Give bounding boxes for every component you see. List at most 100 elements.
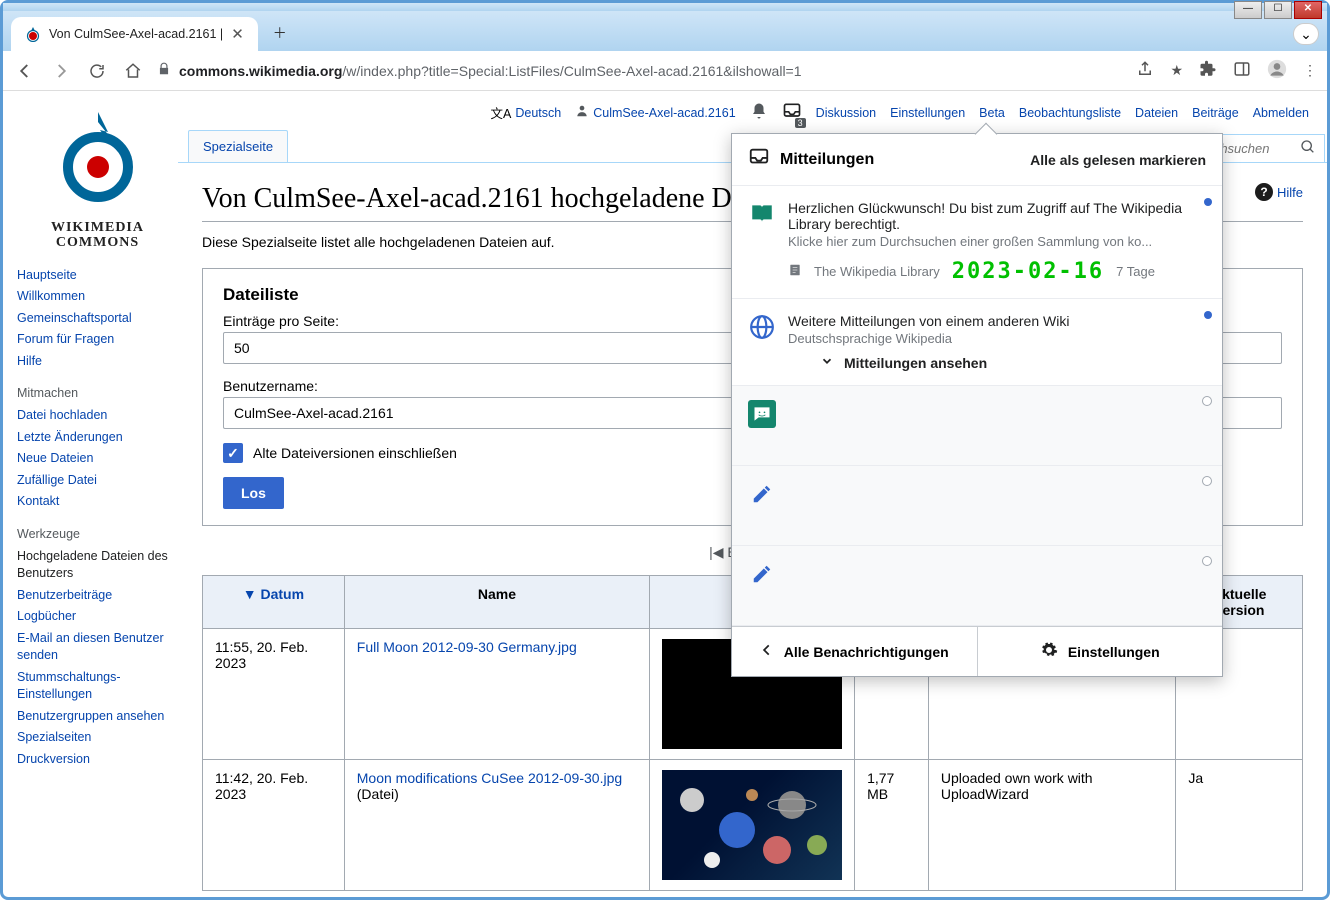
th-date[interactable]: ▼ Datum [203,576,345,629]
link-beta[interactable]: Beta [979,106,1005,120]
popup-body[interactable]: Herzlichen Glückwunsch! Du bist zum Zugr… [732,186,1222,626]
tab-overflow-button[interactable]: ⌄ [1293,23,1319,45]
logo[interactable]: WIKIMEDIACOMMONS [17,101,178,265]
menu-icon[interactable]: ⋮ [1303,62,1317,79]
link-prefs[interactable]: Einstellungen [890,106,965,120]
home-button[interactable] [121,59,145,83]
notif-source: The Wikipedia Library [814,264,940,279]
submit-button[interactable]: Los [223,477,284,509]
all-notifications-button[interactable]: Alle Benachrichtigungen [732,627,978,676]
oldversions-checkbox[interactable]: ✓ [223,443,243,463]
nav-userfiles[interactable]: Hochgeladene Dateien des Benutzers [17,546,178,585]
notif-date: 2023-02-16 [952,259,1104,284]
nav-print[interactable]: Druckversion [17,749,178,771]
address-bar[interactable]: commons.wikimedia.org/w/index.php?title=… [157,62,1124,79]
sidepanel-icon[interactable] [1233,60,1251,81]
heading-mitmachen: Mitmachen [17,386,178,400]
nav-newfiles[interactable]: Neue Dateien [17,448,178,470]
link-logout[interactable]: Abmelden [1253,106,1309,120]
read-circle[interactable] [1202,396,1212,406]
nav-hauptseite[interactable]: Hauptseite [17,265,178,287]
nav-special[interactable]: Spezialseiten [17,727,178,749]
nav-willkommen[interactable]: Willkommen [17,286,178,308]
language-switch[interactable]: 文A Deutsch [491,103,562,122]
reload-button[interactable] [85,59,109,83]
file-link[interactable]: Full Moon 2012-09-30 Germany.jpg [357,639,577,655]
notif-age: 7 Tage [1116,264,1155,279]
notification-item[interactable] [732,386,1222,466]
file-link[interactable]: Moon modifications CuSee 2012-09-30.jpg [357,770,622,786]
settings-button[interactable]: Einstellungen [978,627,1223,676]
nav-email[interactable]: E-Mail an diesen Benutzer senden [17,628,178,667]
user-link[interactable]: CulmSee-Axel-acad.2161 [575,104,735,121]
article-icon [788,263,802,280]
logo-text: WIKIMEDIACOMMONS [17,220,178,251]
nav-mute[interactable]: Stummschaltungs-Einstellungen [17,667,178,706]
checkbox-label: Alte Dateiversionen einschließen [253,445,457,461]
bookmark-icon[interactable]: ★ [1170,62,1183,79]
notification-item[interactable] [732,466,1222,546]
mark-all-read[interactable]: Alle als gelesen markieren [1030,152,1206,168]
th-name[interactable]: Name [344,576,649,629]
link-watchlist[interactable]: Beobachtungsliste [1019,106,1121,120]
popup-title: Mitteilungen [748,146,874,173]
notification-item[interactable]: Weitere Mitteilungen von einem anderen W… [732,299,1222,386]
book-icon [748,200,776,228]
notifications-popup: Mitteilungen Alle als gelesen markieren … [731,133,1223,677]
nav-contribs[interactable]: Benutzerbeiträge [17,585,178,607]
win-maximize[interactable]: ☐ [1264,1,1292,19]
forward-button[interactable] [49,59,73,83]
nav-forum[interactable]: Forum für Fragen [17,329,178,351]
notification-item[interactable] [732,546,1222,626]
tab-title: Von CulmSee-Axel-acad.2161 | [49,27,223,41]
close-tab-icon[interactable]: ✕ [231,25,244,43]
back-button[interactable] [13,59,37,83]
read-circle[interactable] [1202,476,1212,486]
nav-upload[interactable]: Datei hochladen [17,405,178,427]
share-icon[interactable] [1136,60,1154,81]
heading-werkzeuge: Werkzeuge [17,527,178,541]
nav-hilfe[interactable]: Hilfe [17,351,178,373]
thumbnail[interactable] [662,770,842,880]
notif-text: Weitere Mitteilungen von einem anderen W… [788,313,1206,329]
tab-bar: Von CulmSee-Axel-acad.2161 | ✕ ＋ ⌄ [3,11,1327,51]
chevron-left-icon [760,643,774,660]
help-link[interactable]: ? Hilfe [1255,183,1303,201]
expand-button[interactable]: Mitteilungen ansehen [788,346,1206,371]
win-minimize[interactable]: — [1234,1,1262,19]
notification-item[interactable]: Herzlichen Glückwunsch! Du bist zum Zugr… [732,186,1222,299]
nav-random[interactable]: Zufällige Datei [17,470,178,492]
notif-secondary: Klicke hier zum Durchsuchen einer großen… [788,234,1206,249]
nav-logs[interactable]: Logbücher [17,606,178,628]
win-close[interactable]: ✕ [1294,1,1322,19]
tray-icon[interactable]: 3 [782,101,802,124]
url-text: commons.wikimedia.org/w/index.php?title=… [179,63,802,79]
notif-secondary: Deutschsprachige Wikipedia [788,331,1206,346]
nav-groups[interactable]: Benutzergruppen ansehen [17,706,178,728]
tab-special[interactable]: Spezialseite [188,130,288,162]
read-circle[interactable] [1202,556,1212,566]
bell-icon[interactable] [750,102,768,123]
unread-dot [1204,311,1212,319]
extensions-icon[interactable] [1199,60,1217,81]
edit-icon [748,480,776,508]
globe-icon [748,313,776,341]
new-tab-button[interactable]: ＋ [266,19,294,47]
link-files[interactable]: Dateien [1135,106,1178,120]
gear-icon [1040,641,1058,662]
favicon-icon [25,26,41,42]
nav-contact[interactable]: Kontakt [17,491,178,513]
nav-changes[interactable]: Letzte Änderungen [17,427,178,449]
link-discussion[interactable]: Diskussion [816,106,876,120]
profile-icon[interactable] [1267,59,1287,82]
notif-text: Herzlichen Glückwunsch! Du bist zum Zugr… [788,200,1206,232]
browser-tab[interactable]: Von CulmSee-Axel-acad.2161 | ✕ [11,17,258,51]
nav-portal[interactable]: Gemeinschaftsportal [17,308,178,330]
unread-dot [1204,198,1212,206]
link-contribs[interactable]: Beiträge [1192,106,1239,120]
personal-tools: 文A Deutsch CulmSee-Axel-acad.2161 3 Disk… [178,91,1327,130]
cell-size: 1,77 MB [855,760,929,891]
search-icon[interactable] [1300,139,1316,158]
cell-date: 11:55, 20. Feb. 2023 [203,629,345,760]
chevron-down-icon [820,354,834,371]
